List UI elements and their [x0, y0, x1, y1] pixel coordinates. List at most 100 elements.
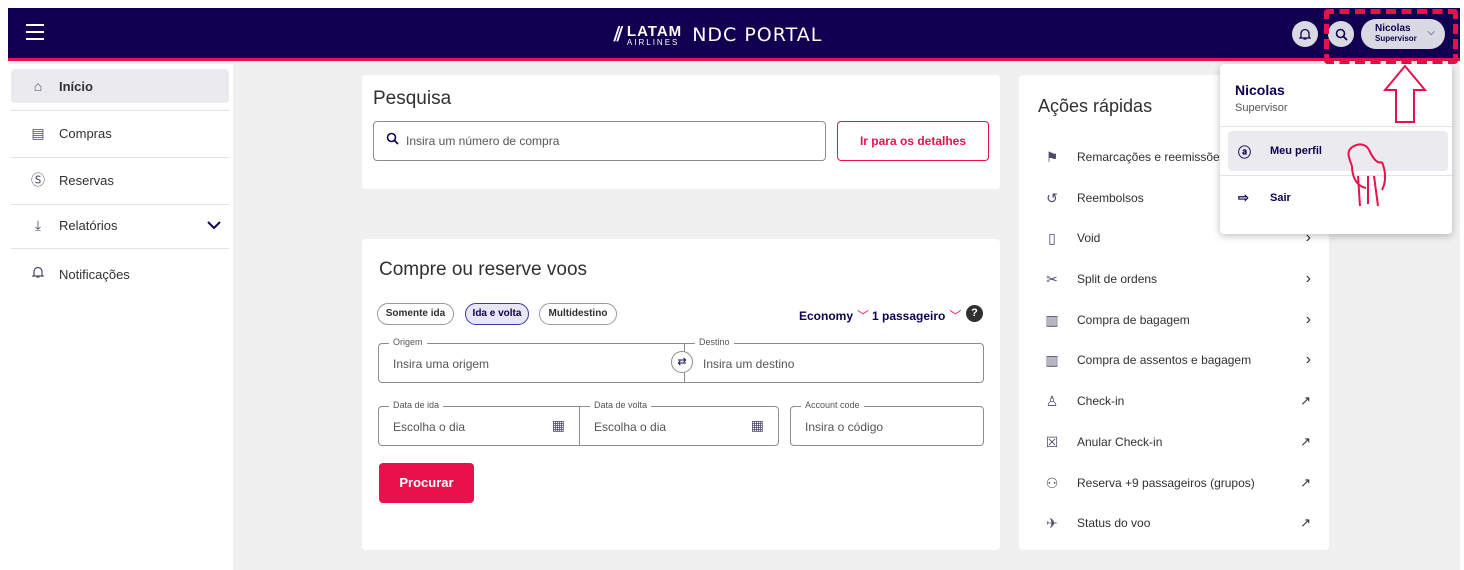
origin-label: Origem	[389, 337, 427, 348]
qa-item-label: Compra de bagagem	[1077, 313, 1190, 327]
menu-item-label: Sair	[1270, 192, 1291, 204]
account-code-field[interactable]: Account code Insira o código	[790, 400, 984, 446]
qa-item-label: Reserva +9 passageiros (grupos)	[1077, 476, 1255, 490]
divider	[1220, 175, 1452, 176]
depart-date-placeholder: Escolha o dia	[393, 420, 466, 434]
qa-item-label: Remarcações e reemissões	[1077, 150, 1226, 164]
passengers-select[interactable]: 1 passageiro ﹀	[872, 307, 961, 324]
destination-field[interactable]: Destino Insira um destino	[684, 337, 984, 383]
hand-pointer-annotation	[1347, 143, 1386, 207]
external-link-icon: ↗	[1300, 515, 1311, 530]
qa-item-status[interactable]: ✈ Status do voo ↗	[1041, 510, 1311, 536]
search-icon	[386, 132, 399, 148]
dropdown-user-name: Nicolas	[1235, 82, 1285, 98]
qa-item-bagagem[interactable]: ▥ Compra de bagagem ›	[1041, 307, 1311, 333]
sidebar-item-compras[interactable]: ▤ Compras	[11, 116, 229, 150]
calendar-icon: ▦	[750, 417, 764, 433]
document-icon: ▯	[1048, 229, 1056, 246]
brand-logo: ⫽ LATAM AIRLINES NDC PORTAL	[614, 22, 822, 48]
qa-item-label: Status do voo	[1077, 516, 1151, 530]
sidebar-item-label: Compras	[59, 125, 112, 141]
trip-type-multi-city[interactable]: Multidestino	[539, 303, 617, 325]
brand-subname: AIRLINES	[626, 37, 680, 47]
trip-type-round-trip[interactable]: Ida e volta	[465, 303, 529, 325]
depart-date-field[interactable]: Data de ida Escolha o dia ▦	[378, 400, 579, 446]
logout-icon: ⇨	[1238, 190, 1249, 205]
search-card: Pesquisa Insira um número de compra Ir p…	[362, 75, 1000, 189]
return-date-field[interactable]: Data de volta Escolha o dia ▦	[579, 400, 779, 446]
sidebar: ⌂ Início ▤ Compras Ⓢ Reservas ⤓ Relatóri…	[8, 64, 233, 570]
external-link-icon: ↗	[1300, 393, 1311, 408]
dropdown-user-role: Supervisor	[1235, 102, 1288, 114]
destination-label: Destino	[695, 337, 734, 348]
account-code-placeholder: Insira o código	[805, 420, 884, 434]
search-flights-button[interactable]: Procurar	[379, 463, 474, 503]
origin-field[interactable]: Origem Insira uma origem	[378, 337, 684, 383]
qa-item-label: Void	[1077, 231, 1101, 245]
depart-date-label: Data de ida	[389, 400, 444, 411]
luggage-icon: ▥	[1045, 351, 1059, 368]
portal-title: NDC PORTAL	[692, 24, 823, 46]
chevron-down-icon: ﹀	[857, 309, 870, 323]
plane-icon: ✈	[1046, 514, 1058, 531]
external-link-icon: ↗	[1300, 434, 1311, 449]
qa-item-grupos[interactable]: ⚇ Reserva +9 passageiros (grupos) ↗	[1041, 470, 1311, 496]
latam-logo-icon: ⫽	[614, 24, 623, 46]
scissors-icon: ✂	[1046, 270, 1058, 287]
menu-icon[interactable]	[26, 24, 44, 42]
home-icon: ⌂	[33, 78, 43, 94]
cancel-icon: ☒	[1045, 433, 1059, 450]
details-button[interactable]: Ir para os detalhes	[837, 121, 989, 161]
profile-icon: ⓐ	[1238, 144, 1252, 160]
highlight-box	[1324, 9, 1458, 64]
swap-icon[interactable]: ⇄	[671, 351, 693, 373]
sidebar-item-relatorios[interactable]: ⤓ Relatórios	[11, 208, 229, 242]
luggage-icon: ▥	[1045, 311, 1059, 328]
download-icon: ⤓	[34, 216, 42, 233]
booking-card: Compre ou reserve voos Somente ida Ida e…	[362, 239, 1000, 550]
menu-item-label: Meu perfil	[1270, 145, 1322, 157]
qa-item-checkin[interactable]: ♙ Check-in ↗	[1041, 388, 1311, 414]
cabin-value: Economy	[799, 309, 854, 323]
help-icon[interactable]: ?	[966, 305, 983, 322]
sidebar-item-reservas[interactable]: Ⓢ Reservas	[11, 163, 229, 197]
origin-placeholder: Insira uma origem	[393, 357, 490, 371]
brand-name: LATAM	[626, 22, 683, 40]
destination-placeholder: Insira um destino	[703, 357, 795, 371]
purchase-number-input[interactable]: Insira um número de compra	[373, 121, 826, 161]
person-icon: ♙	[1045, 392, 1059, 409]
sidebar-item-label: Relatórios	[59, 217, 118, 233]
sidebar-item-inicio[interactable]: ⌂ Início	[11, 69, 229, 103]
notifications-button[interactable]	[1292, 21, 1318, 47]
chevron-right-icon: ›	[1305, 270, 1311, 287]
divider	[11, 204, 229, 205]
clipboard-icon: ▤	[31, 124, 45, 141]
account-code-label: Account code	[801, 400, 864, 411]
divider	[11, 248, 229, 249]
search-title: Pesquisa	[373, 88, 452, 109]
quick-actions-title: Ações rápidas	[1038, 96, 1153, 116]
divider	[11, 110, 229, 111]
money-icon: Ⓢ	[31, 172, 45, 188]
top-bar: ⫽ LATAM AIRLINES NDC PORTAL Nicolas Supe…	[8, 8, 1460, 61]
up-arrow-annotation	[1382, 64, 1428, 123]
qa-item-anular-checkin[interactable]: ☒ Anular Check-in ↗	[1041, 429, 1311, 455]
return-date-label: Data de volta	[590, 400, 652, 411]
sidebar-item-notificacoes[interactable]: Notificações	[11, 257, 229, 291]
qa-item-split[interactable]: ✂ Split de ordens ›	[1041, 266, 1311, 292]
divider	[1220, 126, 1452, 127]
external-link-icon: ↗	[1300, 475, 1311, 490]
qa-item-assentos[interactable]: ▥ Compra de assentos e bagagem ›	[1041, 347, 1311, 373]
return-date-placeholder: Escolha o dia	[594, 420, 667, 434]
chevron-right-icon: ›	[1305, 311, 1311, 328]
divider	[11, 157, 229, 158]
qa-item-label: Anular Check-in	[1077, 435, 1163, 449]
app-frame: ⫽ LATAM AIRLINES NDC PORTAL Nicolas Supe…	[8, 8, 1460, 570]
cabin-select[interactable]: Economy ﹀	[799, 307, 869, 324]
trip-type-one-way[interactable]: Somente ida	[377, 303, 454, 325]
qa-item-label: Compra de assentos e bagagem	[1077, 353, 1252, 367]
refund-icon: ↺	[1046, 189, 1058, 206]
chevron-down-icon: ﹀	[949, 309, 962, 323]
chevron-right-icon: ›	[1305, 351, 1311, 368]
bell-icon	[1299, 28, 1311, 40]
